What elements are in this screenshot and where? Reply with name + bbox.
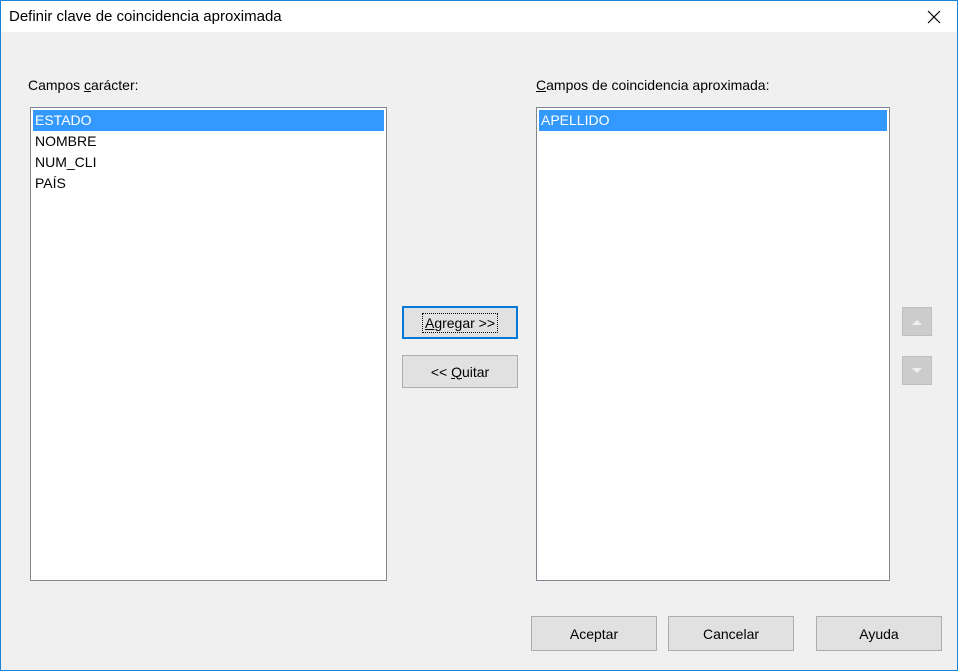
- add-button-label: Agregar >>: [421, 312, 499, 333]
- list-item[interactable]: PAÍS: [33, 173, 384, 194]
- list-item[interactable]: NUM_CLI: [33, 152, 384, 173]
- character-fields-list[interactable]: ESTADO NOMBRE NUM_CLI PAÍS: [30, 107, 387, 581]
- fuzzy-match-fields-list[interactable]: APELLIDO: [536, 107, 890, 581]
- add-button[interactable]: Agregar >>: [402, 306, 518, 339]
- move-down-button[interactable]: [902, 356, 932, 385]
- list-item[interactable]: APELLIDO: [539, 110, 887, 131]
- window-title: Definir clave de coincidencia aproximada: [9, 8, 282, 25]
- remove-button[interactable]: << Quitar: [402, 355, 518, 388]
- move-up-button[interactable]: [902, 307, 932, 336]
- remove-button-label: << Quitar: [430, 363, 490, 380]
- arrow-up-icon: [912, 319, 922, 325]
- arrow-down-icon: [912, 367, 922, 373]
- fuzzy-match-fields-label: Campos de coincidencia aproximada:: [536, 77, 770, 93]
- title-bar: Definir clave de coincidencia aproximada: [1, 1, 957, 32]
- character-fields-label: Campos carácter:: [28, 77, 139, 93]
- list-item[interactable]: ESTADO: [33, 110, 384, 131]
- dialog-window: Definir clave de coincidencia aproximada…: [0, 0, 958, 671]
- cancel-button[interactable]: Cancelar: [668, 616, 794, 651]
- ok-button[interactable]: Aceptar: [531, 616, 657, 651]
- close-icon: [927, 10, 941, 23]
- close-button[interactable]: [911, 1, 957, 32]
- list-item[interactable]: NOMBRE: [33, 131, 384, 152]
- help-button[interactable]: Ayuda: [816, 616, 942, 651]
